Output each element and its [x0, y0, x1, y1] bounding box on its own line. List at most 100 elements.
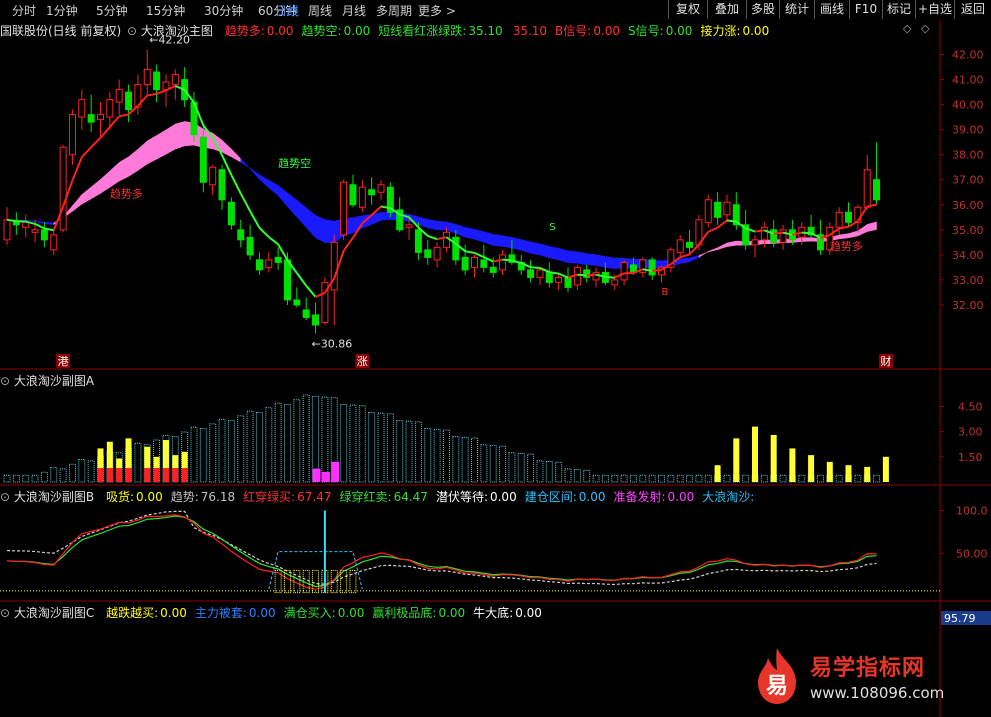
short-trend-line	[474, 252, 485, 258]
subA-yellow-bar	[144, 446, 151, 468]
trend-ribbon-short	[558, 247, 569, 264]
candle-body	[723, 201, 731, 216]
short-trend-line	[71, 156, 83, 181]
short-trend-line	[6, 218, 17, 223]
trend-ribbon-short	[502, 235, 513, 249]
candle-body	[50, 234, 58, 251]
candle-body	[480, 259, 488, 268]
period-toolbar: 分时 1分钟 5分钟 15分钟 30分钟 60分钟 日线 周线 月线 多周期 更…	[0, 0, 991, 20]
f10-button[interactable]: F10	[849, 0, 882, 19]
trend-ribbon-short	[287, 192, 298, 218]
candle-body	[68, 114, 76, 156]
subA-red-bar	[116, 468, 123, 482]
period-15min[interactable]: 15分钟	[146, 2, 185, 19]
short-trend-line	[109, 115, 120, 128]
subA-volume-bar	[405, 420, 413, 483]
subA-volume-bar	[274, 402, 282, 483]
subA-volume-bar	[835, 474, 843, 483]
high-price-label: ←42.20	[149, 34, 190, 47]
price-tick-label: 32.00	[952, 299, 984, 312]
subA-volume-bar	[667, 474, 675, 483]
period-1min[interactable]: 1分钟	[46, 2, 78, 19]
draw-line-button[interactable]: 画线	[814, 0, 849, 19]
candle-body	[255, 259, 263, 271]
subA-volume-bar	[59, 468, 67, 483]
candle-body	[499, 254, 507, 271]
subA-volume-bar	[508, 452, 516, 483]
candle-body	[405, 224, 413, 228]
multi-stock-button[interactable]: 多股	[746, 0, 779, 19]
trend-ribbon-short	[492, 234, 503, 247]
short-trend-line	[502, 258, 512, 262]
price-tick-label: 41.00	[952, 74, 984, 87]
trend-ribbon-long	[717, 242, 728, 251]
subA-yellow-bar	[845, 465, 852, 482]
subA-volume-bar	[471, 437, 478, 483]
mark-button[interactable]: 标记	[882, 0, 915, 19]
restore-rights-button[interactable]: 复权	[668, 0, 707, 19]
statistics-button[interactable]: 统计	[779, 0, 814, 19]
period-5min[interactable]: 5分钟	[96, 2, 128, 19]
candle-body	[87, 114, 95, 123]
subA-volume-bar	[284, 403, 291, 483]
trend-ribbon-short	[427, 219, 438, 231]
short-trend-line	[464, 250, 475, 254]
svg-text:易: 易	[766, 674, 788, 699]
subA-yellow-bar	[97, 448, 104, 468]
trend-ribbon-short	[277, 184, 288, 208]
subA-yellow-bar	[714, 465, 721, 482]
subA-yellow-bar	[181, 451, 188, 468]
trend-ribbon-long	[866, 221, 877, 232]
price-tick-label: 38.00	[952, 149, 984, 162]
subA-volume-bar	[461, 436, 469, 483]
subA-yellow-bar	[826, 461, 833, 482]
subA-volume-bar	[3, 474, 11, 483]
trend-ribbon-long	[838, 233, 849, 240]
subA-magenta-bar	[312, 468, 321, 482]
trend-ribbon-short	[296, 199, 307, 229]
signal-s-label: S	[549, 222, 555, 233]
candle-body	[779, 229, 787, 243]
candle-body	[704, 199, 712, 223]
main-kline-chart[interactable]: 42.00 41.00 40.00 39.00 38.00 37.00 36.00 35.00…	[0, 20, 991, 370]
candle-body	[835, 211, 843, 228]
period-daily[interactable]: 日线	[275, 2, 299, 19]
candle-body	[471, 256, 478, 268]
candle-body	[218, 169, 226, 201]
subA-volume-bar	[620, 474, 628, 483]
short-trend-line	[90, 137, 102, 148]
period-fenshi[interactable]: 分时	[12, 2, 36, 19]
add-favorite-button[interactable]: +自选	[915, 0, 954, 19]
trend-ribbon-short	[315, 214, 326, 243]
subA-volume-bar	[31, 474, 39, 483]
candle-body	[424, 249, 432, 258]
overlay-button[interactable]: 叠加	[707, 0, 746, 19]
candle-body	[59, 146, 67, 231]
subA-tick-label: 1.50	[958, 451, 983, 464]
subA-volume-bar	[265, 407, 273, 483]
subA-volume-bar	[742, 474, 750, 483]
trend-ribbon-long	[109, 161, 120, 188]
trend-ribbon-short	[586, 253, 597, 266]
subA-yellow-bar	[172, 455, 179, 468]
subB-tick-label: 50.00	[956, 547, 988, 560]
period-multi[interactable]: 多周期	[376, 2, 412, 19]
period-weekly[interactable]: 周线	[308, 2, 332, 19]
trend-ribbon-long	[801, 237, 812, 242]
period-monthly[interactable]: 月线	[342, 2, 366, 19]
subB-chart[interactable]: 100.0 50.00	[0, 486, 991, 602]
candle-body	[106, 99, 114, 118]
trend-ribbon-short	[240, 157, 251, 170]
candle-body	[452, 236, 460, 261]
period-30min[interactable]: 30分钟	[204, 2, 243, 19]
back-button[interactable]: 返回	[954, 0, 991, 19]
candle-body	[489, 266, 497, 273]
subA-volume-bar	[227, 420, 235, 483]
short-trend-line	[754, 229, 765, 233]
trend-ribbon-short	[249, 167, 260, 181]
subA-chart[interactable]: 4.50 3.00 1.50	[0, 370, 991, 486]
subA-volume-bar	[816, 474, 824, 483]
trend-ribbon-long	[212, 132, 223, 153]
period-more[interactable]: 更多 >	[418, 2, 456, 19]
trend-ribbon-short	[567, 250, 578, 264]
